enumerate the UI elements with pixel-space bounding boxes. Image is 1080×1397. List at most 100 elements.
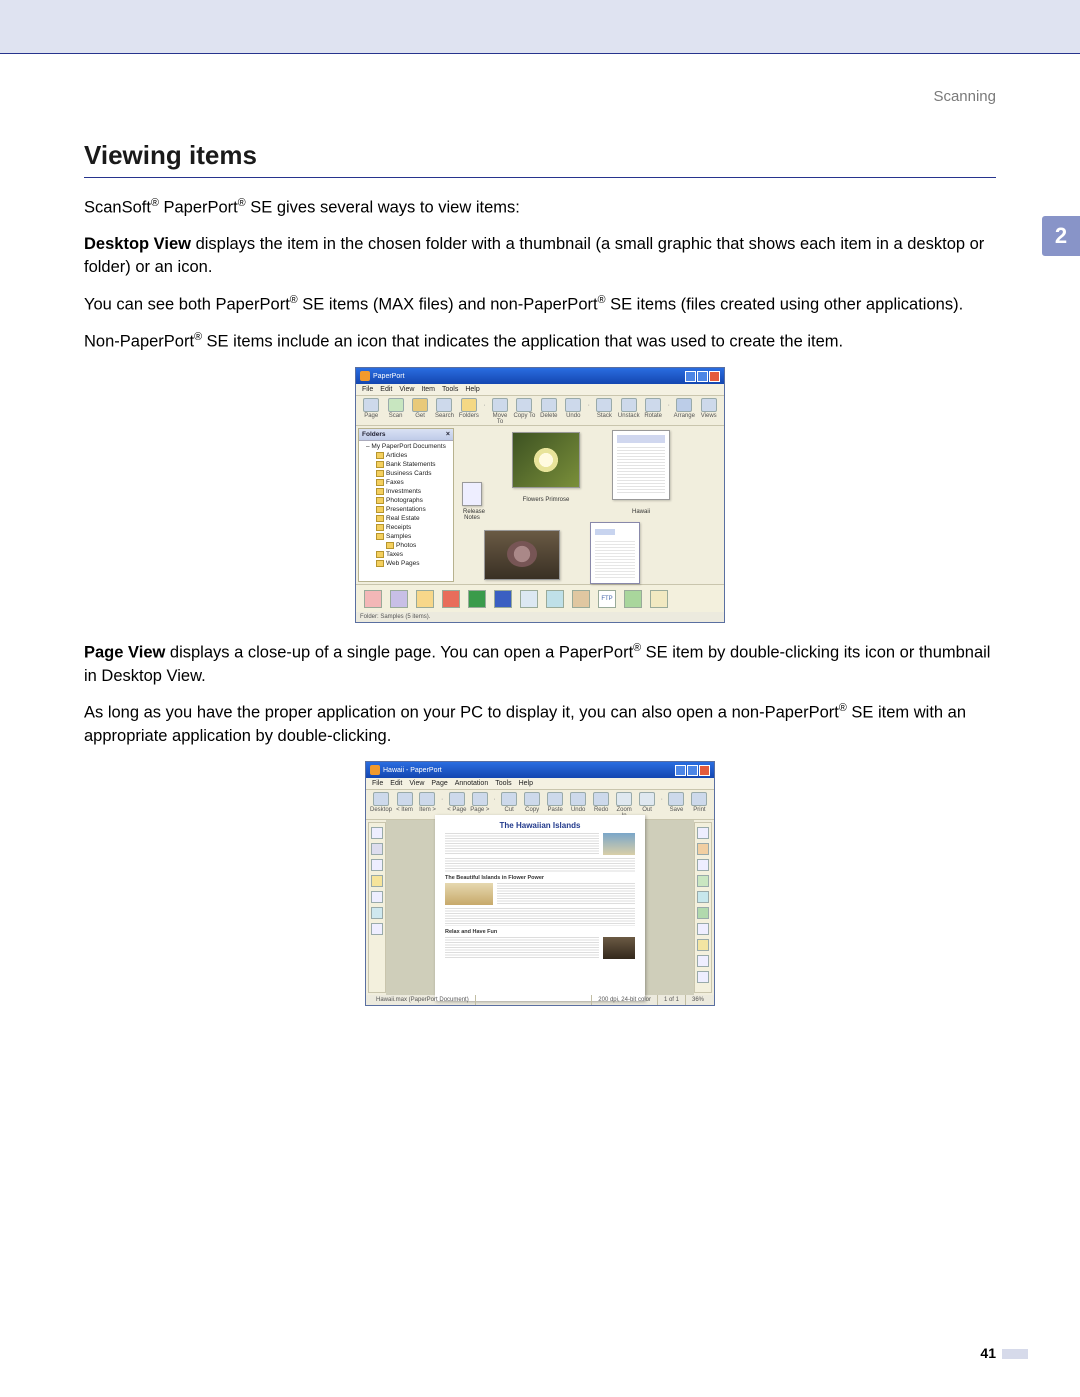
tb-delete[interactable]: Delete bbox=[538, 398, 560, 419]
tb-cut[interactable]: Cut bbox=[499, 792, 520, 813]
tb-next-item[interactable]: Item > bbox=[417, 792, 438, 813]
thumb-paperport-doc[interactable] bbox=[590, 522, 640, 584]
sendto-ftp-icon[interactable]: FTP bbox=[598, 590, 616, 608]
desktop-canvas[interactable]: Release Notes Flowers Primrose Hawaii bbox=[456, 426, 724, 584]
thumb-release-notes[interactable]: Release Notes bbox=[462, 482, 482, 506]
tb-copy[interactable]: Copy bbox=[522, 792, 543, 813]
sendto-icon[interactable] bbox=[624, 590, 642, 608]
page-viewport[interactable]: The Hawaiian Islands The Beautiful Islan… bbox=[386, 820, 694, 995]
tb-moveto[interactable]: Move To bbox=[489, 398, 511, 425]
tool-icon[interactable] bbox=[697, 939, 709, 951]
tb-views[interactable]: Views bbox=[698, 398, 720, 419]
folder-node[interactable]: Photographs bbox=[360, 497, 452, 506]
close-icon[interactable] bbox=[709, 371, 720, 382]
stamp-icon[interactable] bbox=[371, 923, 383, 935]
folder-tree[interactable]: – My PaperPort DocumentsArticlesBank Sta… bbox=[359, 441, 453, 581]
check-icon[interactable] bbox=[371, 907, 383, 919]
sendto-icon[interactable] bbox=[442, 590, 460, 608]
tool-icon[interactable] bbox=[697, 907, 709, 919]
tb-unstack[interactable]: Unstack bbox=[618, 398, 640, 419]
folder-node[interactable]: Real Estate bbox=[360, 515, 452, 524]
tb-print[interactable]: Print bbox=[689, 792, 710, 813]
thumb-hawaii-doc[interactable]: Hawaii bbox=[612, 430, 670, 500]
freehand-icon[interactable] bbox=[371, 891, 383, 903]
menu-edit[interactable]: Edit bbox=[380, 386, 392, 393]
sendto-icon[interactable] bbox=[520, 590, 538, 608]
tb-stack[interactable]: Stack bbox=[593, 398, 615, 419]
menu-edit[interactable]: Edit bbox=[390, 780, 402, 787]
highlighter-icon[interactable] bbox=[371, 875, 383, 887]
minimize-icon[interactable] bbox=[675, 765, 686, 776]
menu-tools[interactable]: Tools bbox=[495, 780, 511, 787]
tb-prev-page[interactable]: < Page bbox=[446, 792, 467, 813]
tb-page[interactable]: Page bbox=[360, 398, 382, 419]
tb-folders[interactable]: Folders bbox=[458, 398, 480, 419]
panel-close-icon[interactable]: × bbox=[446, 431, 450, 438]
tb-copyto[interactable]: Copy To bbox=[513, 398, 535, 419]
folder-node[interactable]: Business Cards bbox=[360, 470, 452, 479]
sendto-icon[interactable] bbox=[572, 590, 590, 608]
tool-icon[interactable] bbox=[697, 971, 709, 983]
text-icon[interactable] bbox=[371, 859, 383, 871]
folder-node[interactable]: Samples bbox=[360, 533, 452, 542]
menu-page[interactable]: Page bbox=[431, 780, 447, 787]
sendto-icon[interactable] bbox=[390, 590, 408, 608]
tool-icon[interactable] bbox=[697, 875, 709, 887]
sendto-icon[interactable] bbox=[364, 590, 382, 608]
sendto-word-icon[interactable] bbox=[494, 590, 512, 608]
pointer-icon[interactable] bbox=[371, 827, 383, 839]
menu-item[interactable]: Item bbox=[421, 386, 435, 393]
left-tool-strip bbox=[368, 822, 386, 993]
menu-view[interactable]: View bbox=[409, 780, 424, 787]
tb-zoom-out[interactable]: Out bbox=[637, 792, 658, 813]
tb-desktop[interactable]: Desktop bbox=[370, 792, 392, 813]
tb-rotate[interactable]: Rotate bbox=[642, 398, 664, 419]
folder-node[interactable]: Photos bbox=[360, 542, 452, 551]
folder-node[interactable]: Presentations bbox=[360, 506, 452, 515]
sendto-icon[interactable] bbox=[546, 590, 564, 608]
maximize-icon[interactable] bbox=[687, 765, 698, 776]
tb-prev-item[interactable]: < Item bbox=[394, 792, 415, 813]
tool-icon[interactable] bbox=[697, 827, 709, 839]
folder-node[interactable]: Investments bbox=[360, 488, 452, 497]
tool-icon[interactable] bbox=[697, 843, 709, 855]
menu-view[interactable]: View bbox=[399, 386, 414, 393]
tb-paste[interactable]: Paste bbox=[545, 792, 566, 813]
thumb-cat-photo[interactable] bbox=[484, 530, 560, 580]
sendto-excel-icon[interactable] bbox=[468, 590, 486, 608]
menu-file[interactable]: File bbox=[372, 780, 383, 787]
tool-icon[interactable] bbox=[697, 891, 709, 903]
menu-help[interactable]: Help bbox=[519, 780, 533, 787]
folder-node[interactable]: – My PaperPort Documents bbox=[360, 443, 452, 452]
tb-scan[interactable]: Scan bbox=[384, 398, 406, 419]
folder-node[interactable]: Bank Statements bbox=[360, 461, 452, 470]
tb-arrange[interactable]: Arrange bbox=[673, 398, 695, 419]
select-icon[interactable] bbox=[371, 843, 383, 855]
menu-file[interactable]: File bbox=[362, 386, 373, 393]
menu-tools[interactable]: Tools bbox=[442, 386, 458, 393]
folder-node[interactable]: Faxes bbox=[360, 479, 452, 488]
menu-annotation[interactable]: Annotation bbox=[455, 780, 488, 787]
tb-next-page[interactable]: Page > bbox=[469, 792, 490, 813]
folder-node[interactable]: Articles bbox=[360, 452, 452, 461]
tb-get[interactable]: Get bbox=[409, 398, 431, 419]
tb-undo[interactable]: Undo bbox=[562, 398, 584, 419]
menu-help[interactable]: Help bbox=[465, 386, 479, 393]
sendto-icon[interactable] bbox=[416, 590, 434, 608]
minimize-icon[interactable] bbox=[685, 371, 696, 382]
tool-icon[interactable] bbox=[697, 955, 709, 967]
maximize-icon[interactable] bbox=[697, 371, 708, 382]
folder-node[interactable]: Taxes bbox=[360, 551, 452, 560]
tool-icon[interactable] bbox=[697, 923, 709, 935]
tool-icon[interactable] bbox=[697, 859, 709, 871]
tb-redo[interactable]: Redo bbox=[591, 792, 612, 813]
close-icon[interactable] bbox=[699, 765, 710, 776]
tb-undo[interactable]: Undo bbox=[568, 792, 589, 813]
folder-node[interactable]: Receipts bbox=[360, 524, 452, 533]
tb-search[interactable]: Search bbox=[433, 398, 455, 419]
tb-save[interactable]: Save bbox=[666, 792, 687, 813]
thumb-flowers[interactable]: Flowers Primrose bbox=[512, 432, 580, 488]
sendto-icon[interactable] bbox=[650, 590, 668, 608]
folder-node[interactable]: Web Pages bbox=[360, 560, 452, 569]
doc-subheading: Relax and Have Fun bbox=[445, 929, 635, 935]
